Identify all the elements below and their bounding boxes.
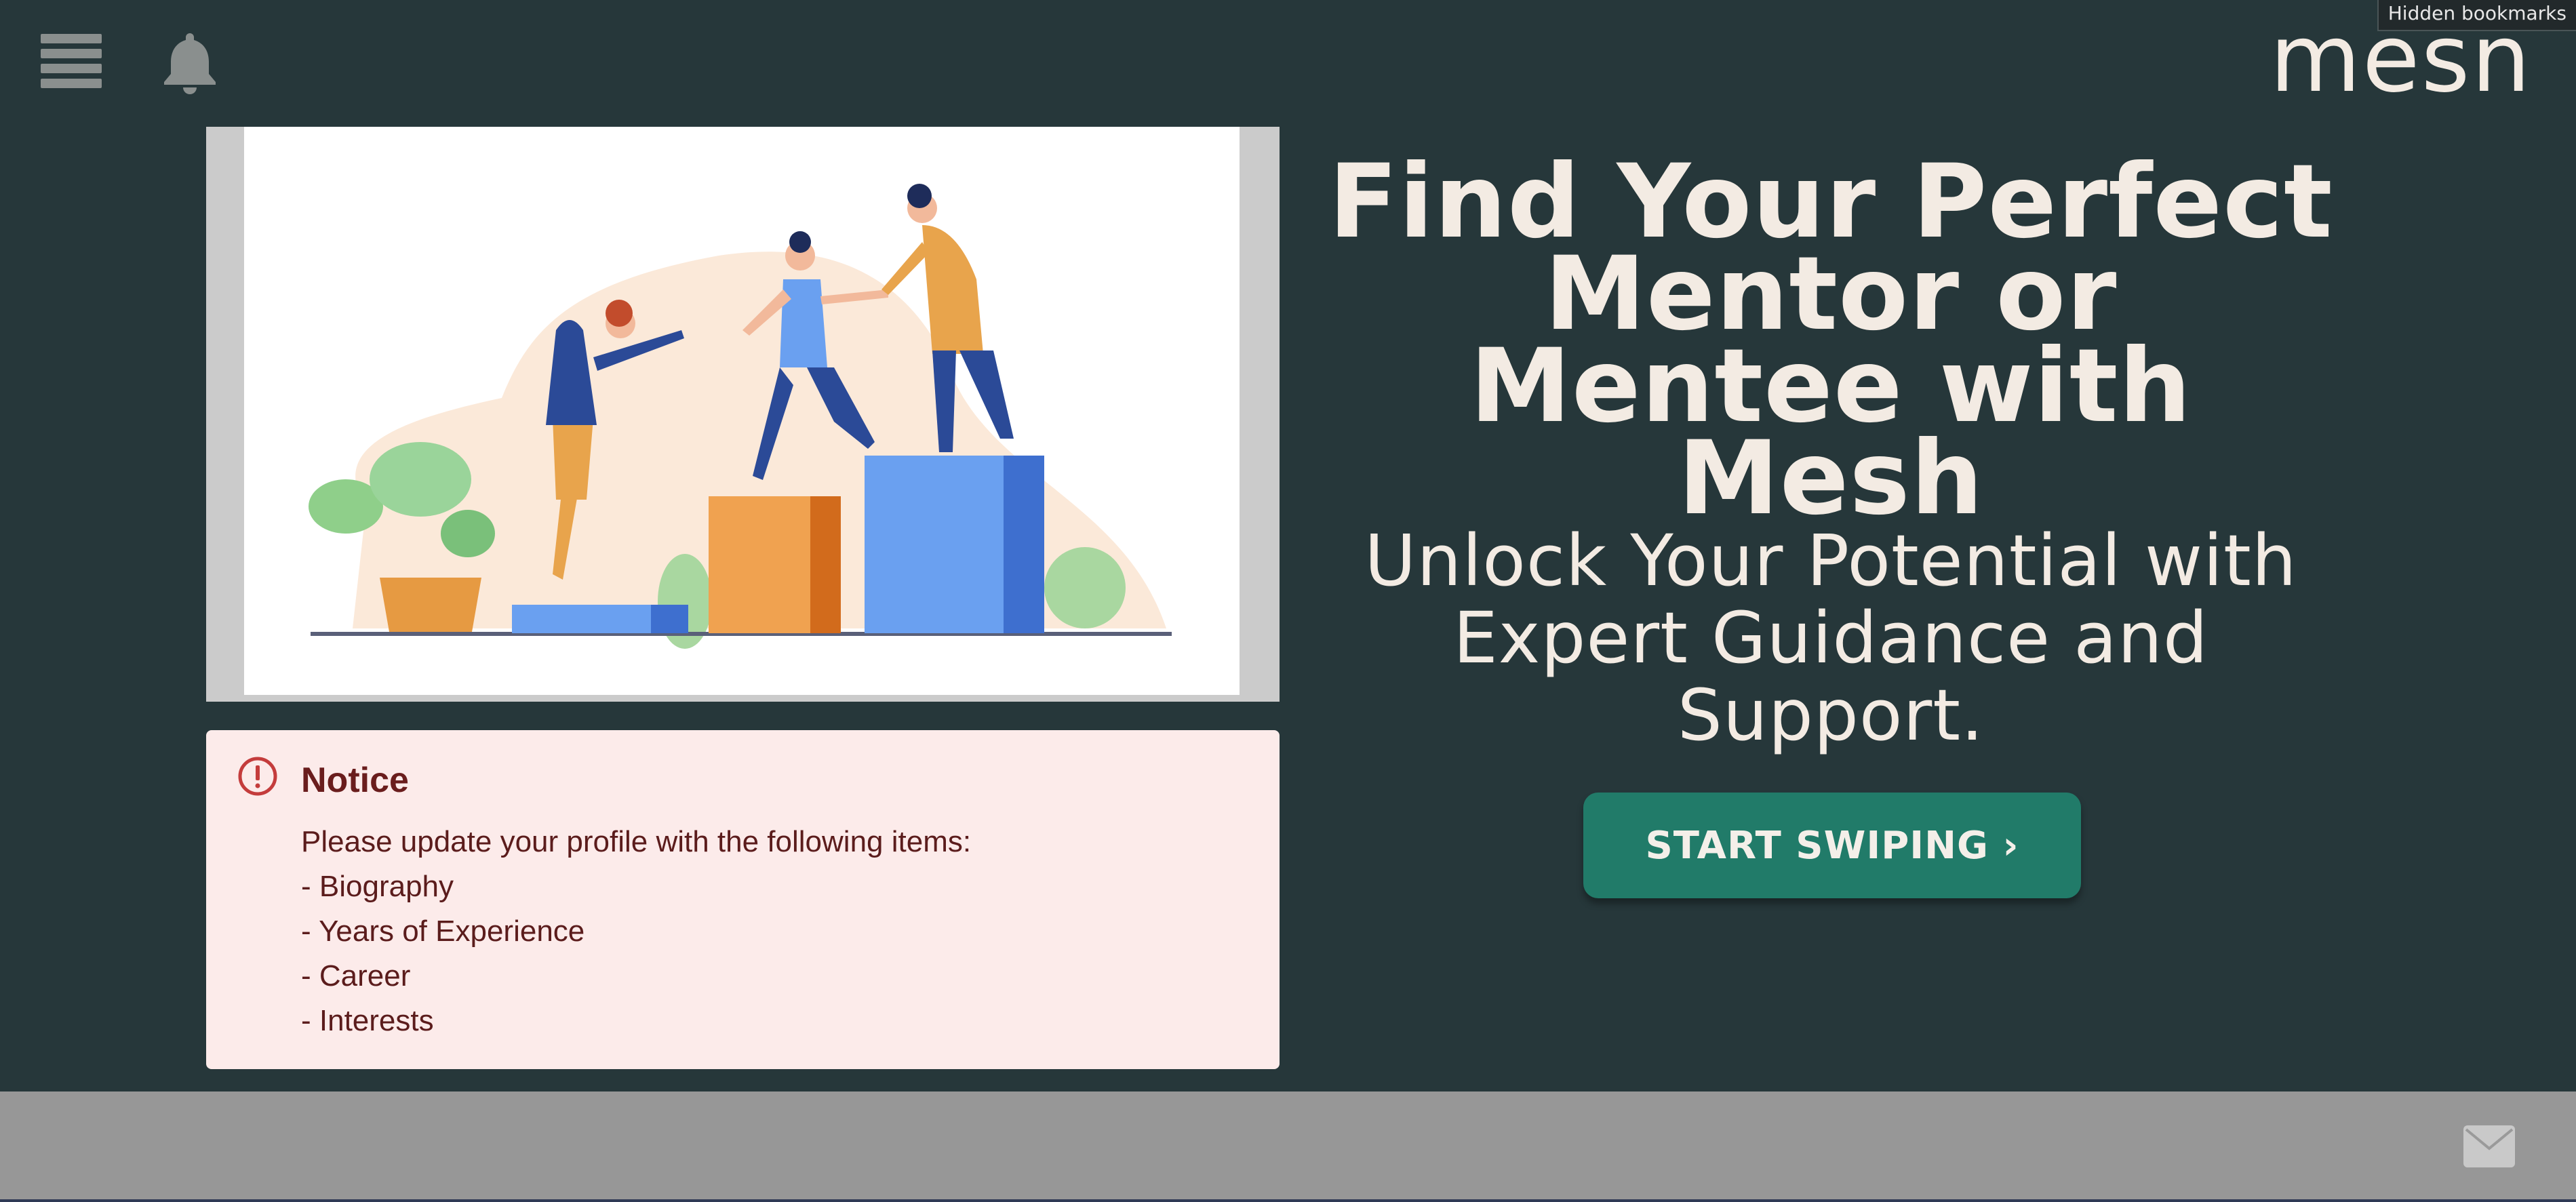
hidden-bookmarks-tab[interactable]: Hidden bookmarks xyxy=(2377,0,2576,31)
notice-item: - Career xyxy=(301,959,411,993)
bell-icon xyxy=(164,33,216,94)
mail-icon[interactable] xyxy=(2463,1125,2515,1167)
footer xyxy=(0,1091,2576,1202)
people-climbing-steps-illustration xyxy=(309,184,1172,649)
notice-item: - Interests xyxy=(301,1004,434,1037)
notice-item: - Years of Experience xyxy=(301,915,585,948)
alert-circle-icon xyxy=(238,757,277,796)
start-swiping-button[interactable]: START SWIPING › xyxy=(1583,793,2081,898)
hero-image xyxy=(244,127,1240,695)
hero-subheadline: Unlock Your Potential with Expert Guidan… xyxy=(1364,519,2297,757)
menu-button[interactable] xyxy=(41,34,102,88)
notice-message: Please update your profile with the foll… xyxy=(301,825,972,858)
hero-headline: Find Your Perfect Mentor or Mentee with … xyxy=(1328,143,2333,538)
hero-image-frame xyxy=(206,127,1280,702)
hamburger-menu-icon xyxy=(41,34,102,88)
notifications-button[interactable] xyxy=(163,31,217,95)
notice-title: Notice xyxy=(301,761,409,800)
profile-notice: Notice Please update your profile with t… xyxy=(206,730,1280,1069)
footer-divider xyxy=(0,1199,2576,1202)
notice-item-list: - Biography - Years of Experience - Care… xyxy=(301,870,584,1049)
notice-item: - Biography xyxy=(301,870,454,903)
